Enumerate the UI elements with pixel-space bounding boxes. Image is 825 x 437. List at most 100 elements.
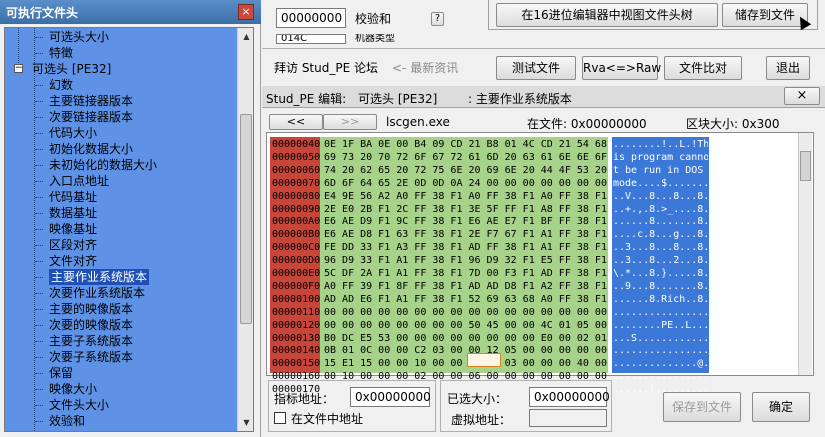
tree-item[interactable]: 代码基址 — [49, 189, 97, 205]
hex-row-ascii[interactable]: ...S............ — [613, 332, 708, 345]
hex-row-bytes[interactable]: 2E E0 2B F1 2C FF 38 F1 3E 5F FF F1 A8 F… — [324, 203, 608, 216]
tree-item[interactable]: 特徵 — [49, 45, 73, 61]
hex-row-ascii[interactable]: ......8.Rich..8. — [613, 293, 708, 306]
tree-item[interactable]: 次要的映像版本 — [49, 317, 133, 333]
hex-row-ascii[interactable]: ................ — [613, 344, 708, 357]
hex-row-ascii[interactable]: mode....$....... — [613, 177, 708, 190]
tree-panel-close-button[interactable]: × — [238, 4, 254, 20]
hex-row-ascii[interactable]: ................ — [613, 370, 708, 383]
tree-item[interactable]: 文件对齐 — [49, 253, 97, 269]
hex-scroll-thumb[interactable] — [800, 151, 811, 181]
hex-row-ascii[interactable]: ..3...8...2...8. — [613, 254, 708, 267]
hex-row-bytes[interactable]: FE DD 33 F1 A3 FF 38 F1 AD FF 38 F1 A1 F… — [324, 241, 608, 254]
hex-row-ascii[interactable]: ..V...8...8...8. — [613, 190, 708, 203]
tree-item[interactable]: 保留 — [49, 365, 73, 381]
tree-item[interactable]: 次要子系统版本 — [49, 349, 133, 365]
tree-connector-line — [35, 181, 43, 182]
pointer-address-field[interactable]: 0x00000000 — [350, 387, 431, 407]
hex-row-bytes[interactable]: 5C DF 2A F1 A1 FF 38 F1 7D 00 F3 F1 AD F… — [324, 267, 608, 280]
hex-row-bytes[interactable]: 0B 01 0C 00 00 C2 03 00 00 12 05 00 00 0… — [324, 344, 608, 357]
ok-button[interactable]: 确定 — [752, 392, 810, 422]
help-button[interactable]: ? — [431, 12, 444, 26]
tree-collapse-icon[interactable]: − — [14, 64, 23, 73]
tree-scrollbar[interactable]: ▲ ▼ — [237, 28, 253, 431]
hex-row-bytes[interactable]: 00 00 00 00 00 00 00 00 50 45 00 00 4C 0… — [324, 319, 608, 332]
hex-row-ascii[interactable]: \.*...8.}.....8. — [613, 267, 708, 280]
tree-scroll-thumb[interactable] — [240, 114, 252, 324]
hex-field-desc: : 主要作业系统版本 — [468, 92, 572, 106]
tree-item[interactable]: 主要的映像版本 — [49, 301, 133, 317]
hex-row-ascii[interactable]: ........PE..L... — [613, 319, 708, 332]
hex-editor-close-button[interactable]: × — [784, 87, 820, 105]
hex-row-ascii[interactable]: is program canno — [613, 151, 708, 164]
hex-row-bytes[interactable]: 96 D9 33 F1 A1 FF 38 F1 96 D9 32 F1 E5 F… — [324, 254, 608, 267]
tree-item[interactable]: 映像基址 — [49, 221, 97, 237]
test-file-button[interactable]: 测试文件 — [496, 56, 576, 80]
hex-row-bytes[interactable]: E4 9E 56 A2 A0 FF 38 F1 A0 FF 38 F1 A0 F… — [324, 190, 608, 203]
save-to-file-button[interactable]: 储存到文件 — [722, 3, 808, 27]
scroll-up-arrow-icon[interactable]: ▲ — [238, 28, 253, 45]
hex-row-bytes[interactable]: B0 DC E5 53 00 00 00 00 00 00 00 00 E0 0… — [324, 332, 608, 345]
selection-size-field[interactable]: 0x00000000 — [529, 387, 610, 407]
virtual-address-field[interactable] — [529, 409, 607, 427]
rva-raw-button[interactable]: Rva<=>Raw — [582, 56, 661, 80]
hex-row-address: 00000140 — [272, 345, 321, 357]
tree-item[interactable]: 可选头大小 — [49, 29, 109, 45]
prev-block-button[interactable]: << — [269, 114, 323, 130]
tree-connector-line — [35, 309, 43, 310]
tree-item[interactable]: 主要链接器版本 — [49, 93, 133, 109]
hex-row-ascii[interactable]: ....c.8...g...8. — [613, 228, 708, 241]
hex-row-bytes[interactable]: E6 AE D9 F1 9C FF 38 F1 E6 AE E7 F1 BF F… — [324, 215, 608, 228]
hex-row-ascii[interactable]: ................ — [613, 306, 708, 319]
hex-row-bytes[interactable]: 69 73 20 70 72 6F 67 72 61 6D 20 63 61 6… — [324, 151, 608, 164]
tree-item[interactable]: 次要作业系统版本 — [49, 285, 145, 301]
hex-row-bytes[interactable]: 0E 1F BA 0E 00 B4 09 CD 21 B8 01 4C CD 2… — [324, 138, 608, 151]
tree-connector-line — [35, 101, 43, 102]
hex-row-ascii[interactable]: ..3...8...8...8. — [613, 241, 708, 254]
hex-row-bytes[interactable]: E6 AE D8 F1 63 FF 38 F1 2E F7 67 F1 A1 F… — [324, 228, 608, 241]
hex-row-bytes[interactable]: A0 FF 39 F1 8F FF 38 F1 AD AD D8 F1 A2 F… — [324, 280, 608, 293]
tree-item[interactable]: 区段对齐 — [49, 237, 97, 253]
selected-byte-highlight[interactable] — [467, 353, 501, 367]
tree-item[interactable]: 文件头大小 — [49, 397, 109, 413]
hex-row-bytes[interactable]: 6D 6F 64 65 2E 0D 0D 0A 24 00 00 00 00 0… — [324, 177, 608, 190]
scroll-down-arrow-icon[interactable]: ▼ — [238, 414, 253, 431]
hex-save-to-file-button[interactable]: 保存到文件 — [663, 392, 741, 422]
exit-button[interactable]: 退出 — [766, 56, 810, 80]
hex-field-name: 可选头 [PE32] — [358, 92, 438, 106]
hex-row-bytes[interactable]: 00 00 00 00 00 00 00 00 00 00 00 00 00 0… — [324, 306, 608, 319]
visit-forum-link[interactable]: 拜访 Stud_PE 论坛 — [274, 59, 378, 76]
tree-item[interactable]: 未初始化的数据大小 — [49, 157, 157, 173]
pointer-address-label: 指标地址： — [274, 392, 335, 406]
hex-row-ascii[interactable]: ..+.,.8.>_....8. — [613, 203, 708, 216]
hex-row-address: 00000080 — [272, 190, 321, 202]
tree-item[interactable]: 次要链接器版本 — [49, 109, 133, 125]
hex-row-ascii[interactable]: t be run in DOS — [613, 164, 708, 177]
compare-file-button[interactable]: 文件比对 — [664, 56, 742, 80]
tree-item[interactable]: 映像大小 — [49, 381, 97, 397]
tree-item[interactable]: 可选头 [PE32] — [32, 61, 111, 77]
locate-in-file-checkbox[interactable] — [274, 412, 286, 424]
hex-scrollbar[interactable] — [798, 133, 812, 375]
hex-row-ascii[interactable]: ..9...8.......8. — [613, 280, 708, 293]
hex-row-bytes[interactable]: AD AD E6 F1 A1 FF 38 F1 52 69 63 68 A0 F… — [324, 293, 608, 306]
tree-item[interactable]: 幻数 — [49, 77, 73, 93]
tree-item-selected[interactable]: 主要作业系统版本 — [49, 269, 150, 285]
tree-connector-line — [35, 245, 43, 246]
machine-type-field[interactable]: 014C — [276, 34, 346, 44]
tree-item[interactable]: 代码大小 — [49, 125, 97, 141]
hex-row-ascii[interactable]: ..............@. — [613, 357, 708, 370]
tree-item[interactable]: 初始化数据大小 — [49, 141, 133, 157]
checksum-value-field[interactable]: 00000000 — [276, 8, 346, 28]
view-in-hex-editor-button[interactable]: 在16进位编辑器中视图文件头树 — [496, 3, 718, 27]
hex-row-ascii[interactable]: ........!..L.!Th — [613, 138, 708, 151]
hex-row-bytes[interactable]: 74 20 62 65 20 72 75 6E 20 69 6E 20 44 4… — [324, 164, 608, 177]
hex-row-bytes[interactable]: 15 E1 15 00 00 10 00 00 00 E0 03 00 00 0… — [324, 357, 608, 370]
tree-item[interactable]: 主要子系统版本 — [49, 333, 133, 349]
hex-row-address: 00000120 — [272, 319, 321, 331]
next-block-button[interactable]: >> — [323, 114, 377, 130]
tree-item[interactable]: 效验和 — [49, 413, 85, 429]
hex-row-ascii[interactable]: ......8.......8. — [613, 215, 708, 228]
tree-item[interactable]: 数据基址 — [49, 205, 97, 221]
tree-item[interactable]: 入口点地址 — [49, 173, 109, 189]
